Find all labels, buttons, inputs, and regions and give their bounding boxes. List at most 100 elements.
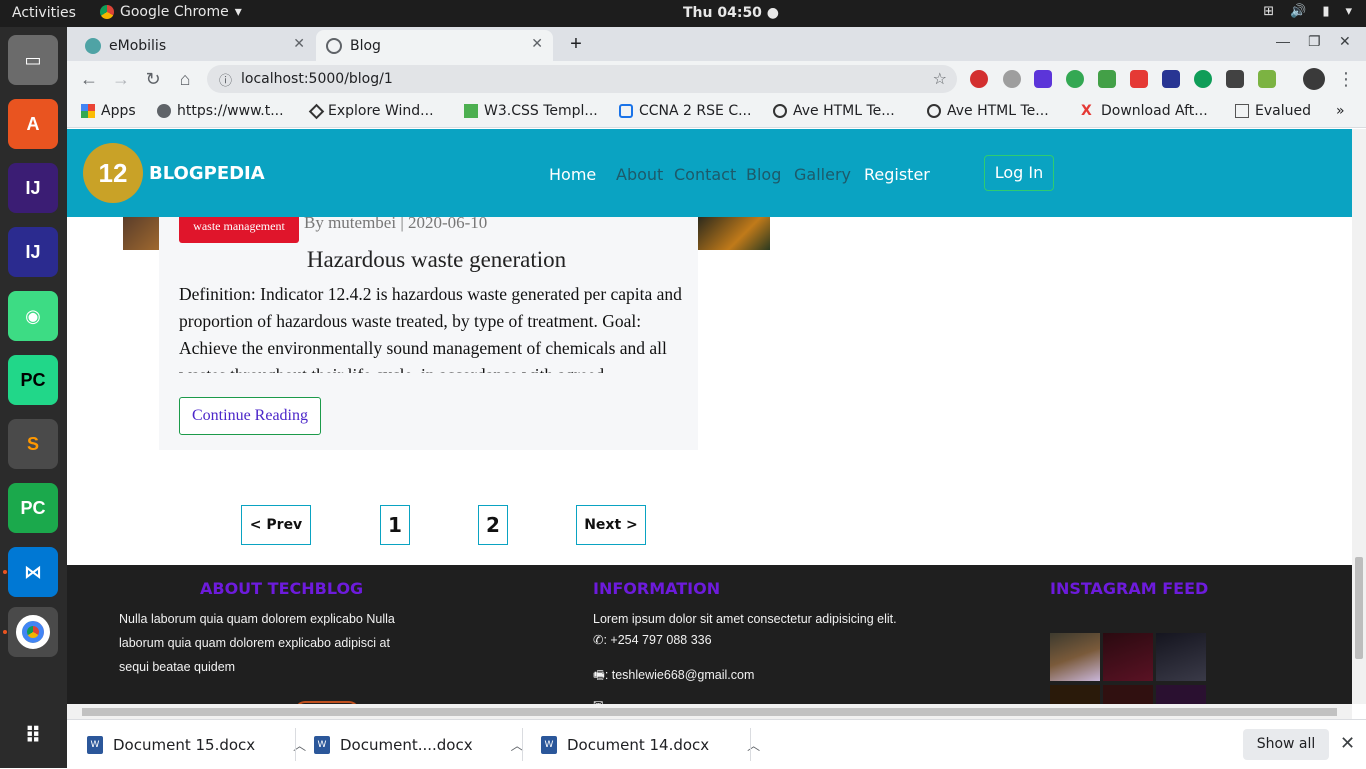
bookmark-item[interactable]: Evalued (1235, 103, 1311, 119)
page-1-button[interactable]: 1 (380, 505, 410, 545)
extension-icon[interactable] (1034, 70, 1052, 88)
post-title[interactable]: Hazardous waste generation (159, 247, 714, 273)
system-tray[interactable]: ⊞ 🔊 ▮ ▾ (1263, 4, 1352, 19)
bookmark-item[interactable]: X Download Aft... (1081, 103, 1208, 119)
nav-blog[interactable]: Blog (746, 165, 781, 184)
activities-button[interactable]: Activities (12, 5, 76, 21)
address-bar[interactable]: ⓘ localhost:5000/blog/1 ☆ (207, 65, 957, 93)
new-tab-button[interactable]: + (563, 32, 589, 58)
download-filename: Document 15.docx (113, 735, 256, 754)
running-indicator (3, 570, 7, 574)
instagram-photo[interactable] (1050, 685, 1100, 704)
extension-icon[interactable] (1003, 70, 1021, 88)
bookmark-item[interactable]: Ave HTML Te... (927, 103, 1049, 119)
download-filename: Document....docx (340, 735, 473, 754)
close-icon[interactable]: ✕ (531, 36, 543, 52)
page-2-button[interactable]: 2 (478, 505, 508, 545)
minimize-icon[interactable]: — (1276, 33, 1290, 49)
browser-toolbar: ← → ↻ ⌂ ⓘ localhost:5000/blog/1 ☆ ⋮ (67, 61, 1366, 97)
pycharm-community-icon[interactable]: PC (8, 483, 58, 533)
chrome-icon (100, 5, 114, 19)
bookmark-item[interactable]: Explore Wind... (308, 103, 434, 119)
nav-about[interactable]: About (616, 165, 663, 184)
nav-register[interactable]: Register (864, 165, 930, 184)
bookmark-item[interactable]: W3.CSS Templ... (464, 103, 598, 119)
extension-icon[interactable] (1258, 70, 1276, 88)
download-item[interactable]: W Document....docx ︿ (314, 720, 524, 769)
bookmark-label: Download Aft... (1101, 103, 1208, 119)
android-studio-icon[interactable]: ◉ (8, 291, 58, 341)
extension-icon[interactable] (1226, 70, 1244, 88)
chevron-down-icon: ▾ (234, 4, 242, 20)
downloads-bar: W Document 15.docx ︿ W Document....docx … (67, 719, 1366, 768)
sublime-text-icon[interactable]: S (8, 419, 58, 469)
files-icon[interactable]: ▭ (8, 35, 58, 85)
chrome-icon[interactable] (8, 607, 58, 657)
vscode-icon[interactable]: ⋈ (8, 547, 58, 597)
software-center-icon[interactable]: A (8, 99, 58, 149)
grammarly-icon[interactable] (1194, 70, 1212, 88)
adblock-icon[interactable] (970, 70, 988, 88)
scrollbar-thumb[interactable] (1355, 557, 1363, 659)
bookmark-item[interactable]: CCNA 2 RSE C... (619, 103, 751, 119)
scrollbar-thumb[interactable] (82, 708, 1337, 716)
instagram-photo[interactable] (1050, 633, 1100, 681)
logo[interactable]: 12 (83, 143, 143, 203)
extension-icon[interactable] (1066, 70, 1084, 88)
pycharm-icon[interactable]: PC (8, 355, 58, 405)
menu-icon[interactable]: ⋮ (1335, 68, 1357, 90)
download-item[interactable]: W Document 15.docx ︿ (87, 720, 306, 769)
word-doc-icon: W (314, 735, 330, 754)
nav-gallery[interactable]: Gallery (794, 165, 851, 184)
running-indicator (3, 630, 7, 634)
login-button[interactable]: Log In (984, 155, 1054, 191)
site-navbar: 12 BLOGPEDIA Home About Contact Blog Gal… (67, 129, 1352, 217)
bookmark-star-icon[interactable]: ☆ (933, 69, 947, 88)
nav-contact[interactable]: Contact (674, 165, 736, 184)
tab-blog[interactable]: Blog ✕ (316, 30, 553, 61)
bookmark-apps[interactable]: Apps (81, 103, 136, 119)
show-applications-icon[interactable]: ⠿ (8, 711, 58, 761)
tab-emobilis[interactable]: eMobilis ✕ (75, 30, 315, 61)
clock[interactable]: Thu 04:50 ● (683, 5, 779, 21)
phone-icon: ✆ (593, 633, 604, 647)
intellij-community-icon[interactable]: IJ (8, 227, 58, 277)
extension-icon[interactable] (1130, 70, 1148, 88)
divider (750, 728, 751, 761)
info-icon[interactable]: ⓘ (219, 70, 232, 89)
close-icon[interactable]: ✕ (1340, 733, 1355, 754)
home-icon[interactable]: ⌂ (174, 68, 196, 90)
back-icon[interactable]: ← (78, 68, 100, 90)
profile-avatar[interactable] (1303, 68, 1325, 90)
close-window-icon[interactable]: ✕ (1339, 33, 1351, 50)
next-page-button[interactable]: Next > (576, 505, 646, 545)
vertical-scrollbar[interactable] (1352, 129, 1366, 704)
app-menu[interactable]: Google Chrome ▾ (100, 4, 242, 20)
continue-reading-button[interactable]: Continue Reading (179, 397, 321, 435)
instagram-photo[interactable] (1156, 685, 1206, 704)
close-icon[interactable]: ✕ (293, 36, 305, 52)
chevron-down-icon: ▾ (1345, 4, 1352, 19)
forward-icon[interactable]: → (110, 68, 132, 90)
maximize-icon[interactable]: ❐ (1308, 33, 1321, 50)
instagram-photo[interactable] (1103, 685, 1153, 704)
extension-icon[interactable] (1162, 70, 1180, 88)
download-filename: Document 14.docx (567, 735, 710, 754)
reload-icon[interactable]: ↻ (142, 68, 164, 90)
instagram-photo[interactable] (1103, 633, 1153, 681)
bookmarks-overflow-button[interactable]: » (1336, 103, 1345, 119)
instagram-photo[interactable] (1156, 633, 1206, 681)
tab-strip: eMobilis ✕ Blog ✕ + — ❐ ✕ (67, 27, 1366, 61)
phone-row: ✆: +254 797 088 336 (593, 628, 712, 652)
download-item[interactable]: W Document 14.docx ︿ (541, 720, 760, 769)
globe-icon (157, 104, 171, 118)
horizontal-scrollbar[interactable] (67, 704, 1352, 719)
show-all-button[interactable]: Show all (1243, 729, 1329, 760)
prev-page-button[interactable]: < Prev (241, 505, 311, 545)
site-brand[interactable]: BLOGPEDIA (149, 163, 265, 184)
intellij-icon[interactable]: IJ (8, 163, 58, 213)
bookmark-item[interactable]: https://www.t... (157, 103, 284, 119)
extension-icon[interactable] (1098, 70, 1116, 88)
nav-home[interactable]: Home (549, 165, 596, 184)
bookmark-item[interactable]: Ave HTML Te... (773, 103, 895, 119)
